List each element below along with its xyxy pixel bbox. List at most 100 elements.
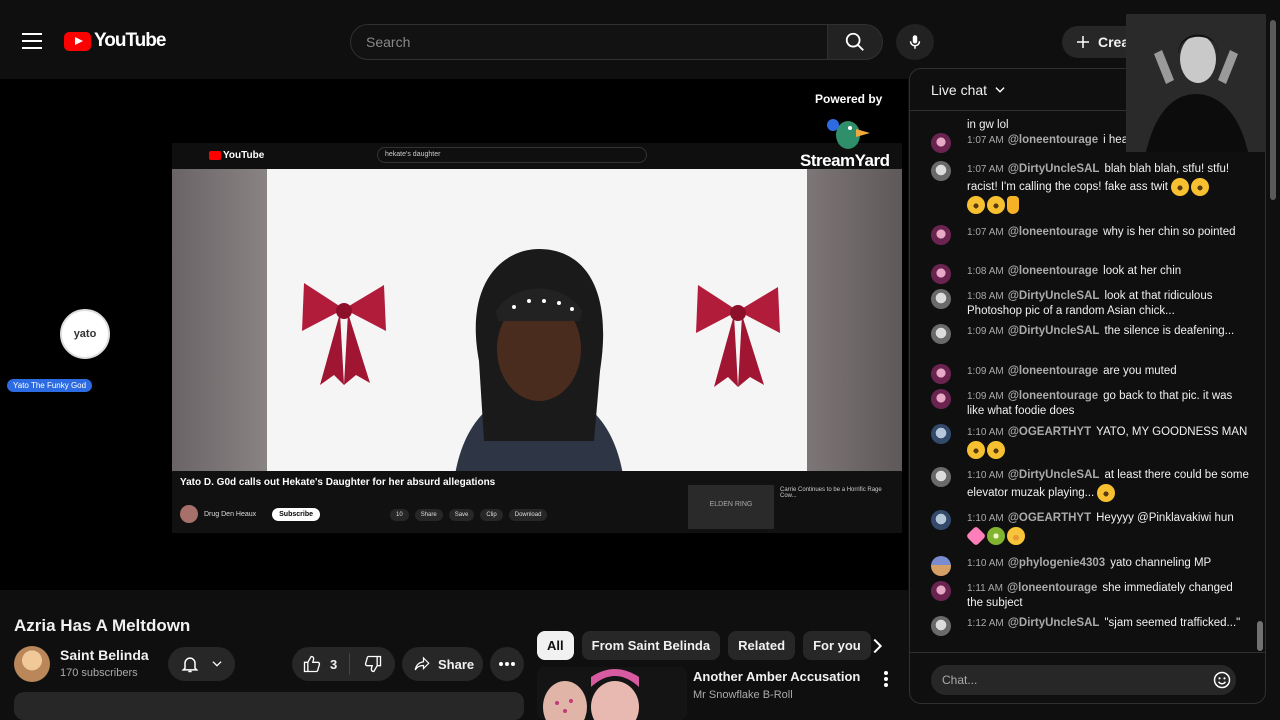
dislike-button[interactable] xyxy=(350,654,395,674)
message-time: 1:09 AM xyxy=(967,326,1004,337)
author-avatar[interactable] xyxy=(931,161,951,181)
inner-video-title: Yato D. G0d calls out Hekate's Daughter … xyxy=(180,477,496,488)
author-avatar[interactable] xyxy=(931,264,951,284)
inner-logo-text: YouTube xyxy=(223,150,265,161)
author-avatar[interactable] xyxy=(931,581,951,601)
chip-all[interactable]: All xyxy=(537,631,574,660)
share-icon xyxy=(414,656,430,671)
author-avatar[interactable] xyxy=(931,510,951,530)
author-avatar[interactable] xyxy=(931,133,951,153)
recommended-video-title[interactable]: Another Amber Accusation xyxy=(693,669,860,684)
voice-search-button[interactable] xyxy=(896,24,934,60)
author-avatar[interactable] xyxy=(931,289,951,309)
inner-subscribe-button: Subscribe xyxy=(272,507,320,521)
channel-avatar[interactable] xyxy=(14,646,50,682)
video-title: Azria Has A Meltdown xyxy=(14,616,191,635)
author-avatar[interactable] xyxy=(931,225,951,245)
message-author[interactable]: @OGEARTHYT xyxy=(1008,512,1091,524)
laughing-emoji-icon xyxy=(1191,178,1210,196)
chip-from-channel[interactable]: From Saint Belinda xyxy=(581,631,721,660)
message-text: in gw lol xyxy=(967,119,1009,131)
like-dislike-group: 3 xyxy=(292,647,395,681)
masthead: YouTube Search Create xyxy=(0,0,1280,68)
inner-save-action: Save xyxy=(448,509,475,521)
author-avatar[interactable] xyxy=(931,556,951,576)
message-author[interactable]: @phylogenie4303 xyxy=(1008,557,1106,569)
message-author[interactable]: @loneentourage xyxy=(1008,226,1098,238)
chat-scrollbar[interactable] xyxy=(1257,621,1263,651)
message-text: why is her chin so pointed xyxy=(1103,226,1236,238)
more-vertical-icon[interactable] xyxy=(878,669,894,689)
video-player[interactable]: yato Yato The Funky God YouTube hekate's… xyxy=(0,79,908,590)
picture-in-picture-overlay[interactable] xyxy=(1126,14,1266,152)
message-text: go back to that pic. it was like what fo… xyxy=(967,390,1233,417)
message-time: 1:10 AM xyxy=(967,470,1004,481)
page-scrollbar[interactable] xyxy=(1270,20,1276,200)
author-avatar[interactable] xyxy=(931,389,951,409)
like-button[interactable]: 3 xyxy=(292,653,350,675)
laughing-emoji-icon xyxy=(967,441,985,459)
logo-text: YouTube xyxy=(94,30,166,51)
chip-related[interactable]: Related xyxy=(728,631,796,660)
message-author[interactable]: @loneentourage xyxy=(1008,365,1098,377)
message-time: 1:10 AM xyxy=(967,427,1004,438)
inner-search-box: hekate's daughter xyxy=(377,147,647,163)
message-author[interactable]: @loneentourage xyxy=(1008,265,1098,277)
more-horizontal-icon xyxy=(499,662,515,666)
share-label: Share xyxy=(438,656,475,672)
message-author[interactable]: @DirtyUncleSAL xyxy=(1008,617,1100,629)
message-author[interactable]: @DirtyUncleSAL xyxy=(1008,325,1100,337)
inner-side-title: Carrie Continues to be a Horrific Rage C… xyxy=(780,487,882,499)
message-author[interactable]: @DirtyUncleSAL xyxy=(1008,290,1100,302)
chevron-right-icon[interactable] xyxy=(866,635,888,657)
message-author[interactable]: @loneentourage xyxy=(1008,390,1098,402)
recommended-video-thumbnail[interactable] xyxy=(537,667,687,720)
chat-input[interactable]: Chat... xyxy=(931,665,1236,695)
message-text: Heyyyy @Pinklavakiwi hun xyxy=(1096,512,1234,524)
inner-channel-avatar xyxy=(180,505,198,523)
message-text: are you muted xyxy=(1103,365,1177,377)
youtube-logo[interactable]: YouTube xyxy=(64,30,166,52)
chat-input-area: Chat... xyxy=(910,652,1265,703)
right-bow-image xyxy=(696,285,780,387)
shared-screen: YouTube hekate's daughter Yato D. G0d ca… xyxy=(172,143,902,533)
laughing-emoji-icon xyxy=(1171,178,1190,196)
chat-message-list[interactable]: in gw lol 1:07 AM @loneentourage i hear 1:… xyxy=(910,111,1255,652)
inner-channel-row: Drug Den Heaux Subscribe xyxy=(180,505,320,523)
author-avatar[interactable] xyxy=(931,467,951,487)
thumbs-down-icon xyxy=(364,655,381,673)
message-text: "sjam seemed trafficked..." xyxy=(1104,617,1241,629)
author-avatar[interactable] xyxy=(931,324,951,344)
message-author[interactable]: @DirtyUncleSAL xyxy=(1008,163,1100,175)
chevron-down-icon xyxy=(211,661,222,667)
author-avatar[interactable] xyxy=(931,364,951,384)
message-text: yato channeling MP xyxy=(1110,557,1212,569)
search-input[interactable]: Search xyxy=(350,24,828,60)
thumbnail-faces-image xyxy=(537,667,687,720)
more-actions-button[interactable] xyxy=(490,647,524,681)
menu-icon[interactable] xyxy=(22,33,42,49)
channel-name[interactable]: Saint Belinda xyxy=(60,647,149,663)
message-author[interactable]: @OGEARTHYT xyxy=(1008,426,1091,438)
message-author[interactable]: @loneentourage xyxy=(1007,582,1097,594)
recommended-video-channel[interactable]: Mr Snowflake B-Roll xyxy=(693,689,793,701)
message-time: 1:07 AM xyxy=(967,164,1004,175)
share-button[interactable]: Share xyxy=(402,647,483,681)
chip-for-you[interactable]: For you xyxy=(803,631,871,660)
message-time: 1:11 AM xyxy=(967,583,1003,594)
message-time: 1:07 AM xyxy=(967,135,1004,146)
author-avatar[interactable] xyxy=(931,616,951,636)
description-box[interactable] xyxy=(14,692,524,720)
live-chat-mode-dropdown[interactable]: Live chat xyxy=(931,82,1007,98)
search-button[interactable] xyxy=(827,24,883,60)
notifications-button[interactable] xyxy=(168,647,235,681)
message-author[interactable]: @loneentourage xyxy=(1008,134,1098,146)
message-time: 1:07 AM xyxy=(967,227,1004,238)
author-avatar[interactable] xyxy=(931,424,951,444)
pointing-hand-emoji-icon xyxy=(1007,196,1019,215)
message-author[interactable]: @DirtyUncleSAL xyxy=(1008,469,1100,481)
search-icon xyxy=(845,32,864,51)
message-time: 1:09 AM xyxy=(967,366,1004,377)
inner-video-frame xyxy=(172,169,902,471)
emoji-picker-icon[interactable] xyxy=(1212,670,1232,690)
